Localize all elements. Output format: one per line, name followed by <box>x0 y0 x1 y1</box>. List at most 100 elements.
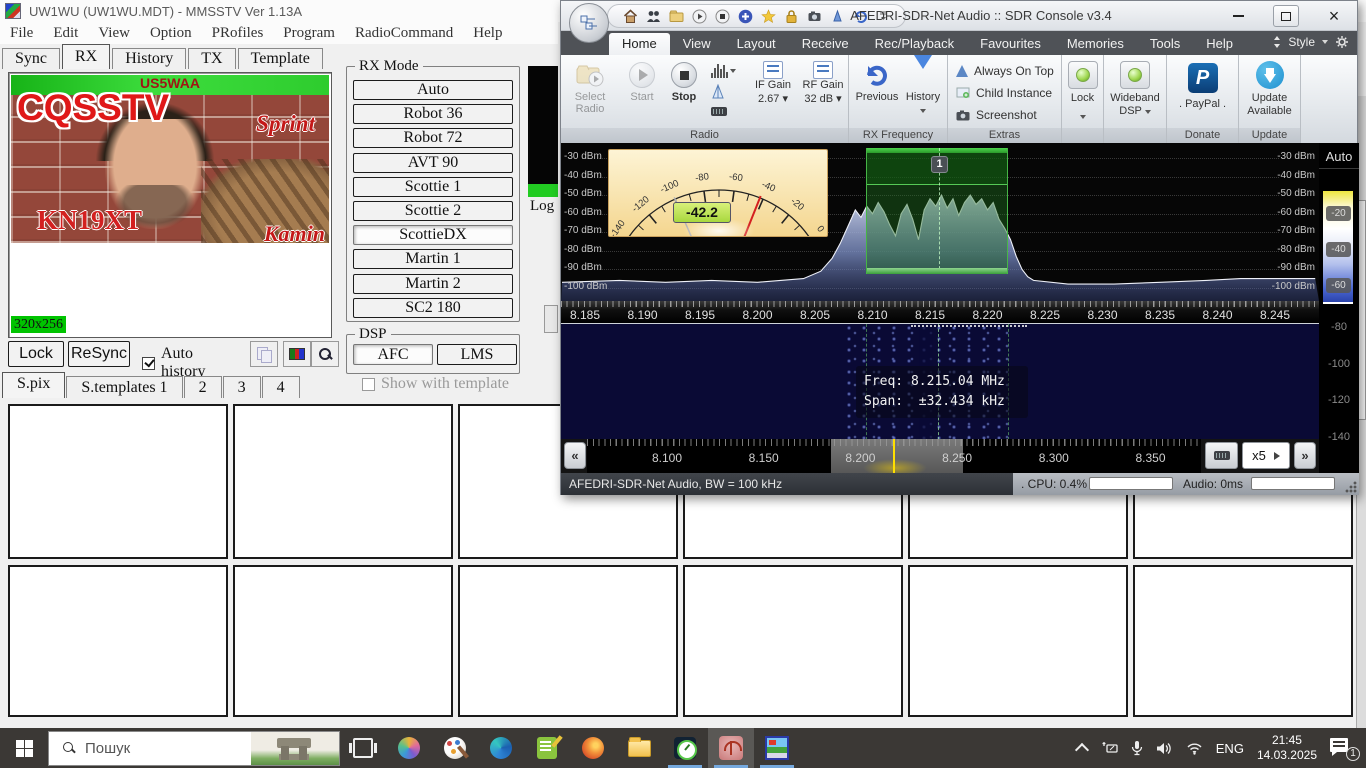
settings-gear-icon[interactable] <box>1335 35 1349 49</box>
language-indicator[interactable]: ENG <box>1216 741 1244 756</box>
task-view-button[interactable] <box>340 728 386 768</box>
minimize-button[interactable] <box>1225 5 1251 27</box>
screenshot-button[interactable]: Screenshot <box>956 107 1037 123</box>
scrollbar-handle[interactable] <box>1358 200 1366 420</box>
mmsstv-menu-item[interactable]: PRofiles <box>202 25 274 42</box>
ribbon-tab[interactable]: Memories <box>1054 33 1137 55</box>
afc-button[interactable]: AFC <box>353 344 433 365</box>
mmsstv-tab[interactable]: History <box>112 48 186 69</box>
rx-mode-button[interactable]: ScottieDX <box>353 225 513 245</box>
rx-mode-button[interactable]: Scottie 1 <box>353 177 513 197</box>
notification-center-button[interactable]: 1 <box>1330 738 1356 758</box>
sdr-console-taskbar-button[interactable] <box>708 728 754 768</box>
if-gain-button[interactable]: IF Gain 2.67 ▾ <box>749 61 797 105</box>
previous-frequency-button[interactable]: Previous <box>853 59 901 125</box>
favourite-star-icon[interactable] <box>760 8 776 24</box>
lms-button[interactable]: LMS <box>437 344 517 365</box>
maximize-button[interactable] <box>1273 5 1299 27</box>
copy-picture-button[interactable] <box>250 341 278 367</box>
keyboard-entry-button[interactable] <box>711 103 736 119</box>
stop-icon[interactable] <box>714 8 730 24</box>
mmsstv-tab[interactable]: Sync <box>2 48 60 69</box>
child-instance-button[interactable]: Child Instance <box>956 85 1052 101</box>
file-explorer-button[interactable] <box>616 728 662 768</box>
rx-mode-button[interactable]: Robot 36 <box>353 104 513 124</box>
resize-grip[interactable] <box>1345 481 1357 493</box>
sstv-history-slot[interactable] <box>233 404 453 559</box>
start-button[interactable]: Start <box>619 59 665 125</box>
search-highlight-image[interactable] <box>251 732 339 765</box>
waterfall-display[interactable]: Freq: 8.215.04 MHz Span: ±32.434 kHz <box>561 323 1319 439</box>
sstv-history-slot[interactable] <box>8 565 228 717</box>
mmsstv-menu-item[interactable]: Edit <box>43 25 88 42</box>
band-scroll-right-button[interactable]: » <box>1294 442 1316 469</box>
band-scroll-left-button[interactable]: « <box>564 442 586 469</box>
rx-mode-button[interactable]: SC2 180 <box>353 298 513 318</box>
rx-mode-button[interactable]: AVT 90 <box>353 153 513 173</box>
network-tray-icon[interactable] <box>1186 741 1203 755</box>
ribbon-tab[interactable]: Tools <box>1137 33 1193 55</box>
ribbon-tab[interactable]: View <box>670 33 724 55</box>
mmsstv-menu-item[interactable]: Program <box>273 25 345 42</box>
lock-button[interactable]: Lock <box>8 341 64 367</box>
stop-button[interactable]: Stop <box>661 59 707 125</box>
receiver-badge[interactable]: 1 <box>931 156 948 173</box>
sstv-history-slot[interactable] <box>908 565 1128 717</box>
mmsstv-menu-item[interactable]: View <box>88 25 140 42</box>
rf-gain-button[interactable]: RF Gain 32 dB ▾ <box>799 61 847 105</box>
home-icon[interactable] <box>622 8 638 24</box>
camera-icon[interactable] <box>806 8 822 24</box>
ribbon-minmax-icon[interactable] <box>1272 34 1282 50</box>
close-button[interactable]: × <box>1321 5 1347 27</box>
sstv-history-slot[interactable] <box>8 404 228 559</box>
pen-settings-tray-icon[interactable] <box>1100 741 1118 755</box>
ribbon-tab[interactable]: Layout <box>724 33 789 55</box>
mmsstv-menu-item[interactable]: Option <box>140 25 202 42</box>
sstv-history-slot[interactable] <box>1133 565 1353 717</box>
always-on-top-button[interactable]: Always On Top <box>956 63 1054 79</box>
frequency-keypad-button[interactable] <box>1205 442 1238 469</box>
ribbon-tab[interactable]: Home <box>609 33 670 55</box>
style-dropdown-icon[interactable] <box>1321 39 1329 45</box>
tuning-button[interactable] <box>711 83 736 99</box>
audio-stream-button[interactable] <box>711 63 736 79</box>
select-radio-button[interactable]: Select Radio <box>567 59 613 125</box>
waterfall-palette[interactable]: Auto -20-40-60 -80-100-120-140 <box>1319 143 1359 473</box>
sstv-image-panel[interactable]: US5WAA CQSSTV Sprint KN19XT Kamin 320x25… <box>8 72 332 338</box>
sstv-history-slot[interactable] <box>683 565 903 717</box>
mmsstv-picture-tab[interactable]: 2 <box>184 376 222 398</box>
taskbar-clock[interactable]: 21:4514.03.2025 <box>1257 733 1317 763</box>
sdr-app-menu-button[interactable] <box>569 3 609 43</box>
rx-mode-button[interactable]: Martin 1 <box>353 249 513 269</box>
resync-button[interactable]: ReSync <box>68 341 130 367</box>
rx-mode-button[interactable]: Martin 2 <box>353 274 513 294</box>
band-overview-bar[interactable]: 8.1008.1508.2008.2508.3008.350 <box>587 439 1201 473</box>
magnify-button[interactable] <box>311 341 339 367</box>
wideband-dsp-button[interactable]: WidebandDSP <box>1104 61 1166 118</box>
rx-mode-button[interactable]: Auto <box>353 80 513 100</box>
play-icon[interactable] <box>691 8 707 24</box>
rx-mode-button[interactable]: Robot 72 <box>353 128 513 148</box>
add-icon[interactable] <box>737 8 753 24</box>
edge-button[interactable] <box>478 728 524 768</box>
connections-icon[interactable] <box>645 8 661 24</box>
zoom-x5-button[interactable]: x5 <box>1242 442 1290 469</box>
lock-icon[interactable] <box>783 8 799 24</box>
mmsstv-menu-item[interactable]: File <box>0 25 43 42</box>
copilot-button[interactable] <box>386 728 432 768</box>
notepad-button[interactable] <box>524 728 570 768</box>
frequency-history-button[interactable]: History <box>901 59 945 125</box>
show-with-template-checkbox[interactable]: Show with template <box>362 375 509 393</box>
start-button[interactable] <box>0 728 48 768</box>
sdr-titlebar[interactable]: AFEDRI-SDR-Net Audio :: SDR Console v3.4… <box>561 1 1357 31</box>
style-menu[interactable]: Style <box>1288 35 1315 49</box>
ribbon-tab[interactable]: Rec/Playback <box>862 33 967 55</box>
ribbon-tab[interactable]: Favourites <box>967 33 1054 55</box>
paint-button[interactable] <box>432 728 478 768</box>
microphone-tray-icon[interactable] <box>1131 740 1143 756</box>
update-available-button[interactable]: UpdateAvailable <box>1239 61 1300 118</box>
sstv-history-slot[interactable] <box>233 565 453 717</box>
mmsstv-menu-item[interactable]: RadioCommand <box>345 25 463 42</box>
mmsstv-picture-tab[interactable]: S.pix <box>2 372 65 398</box>
folder-icon[interactable] <box>668 8 684 24</box>
